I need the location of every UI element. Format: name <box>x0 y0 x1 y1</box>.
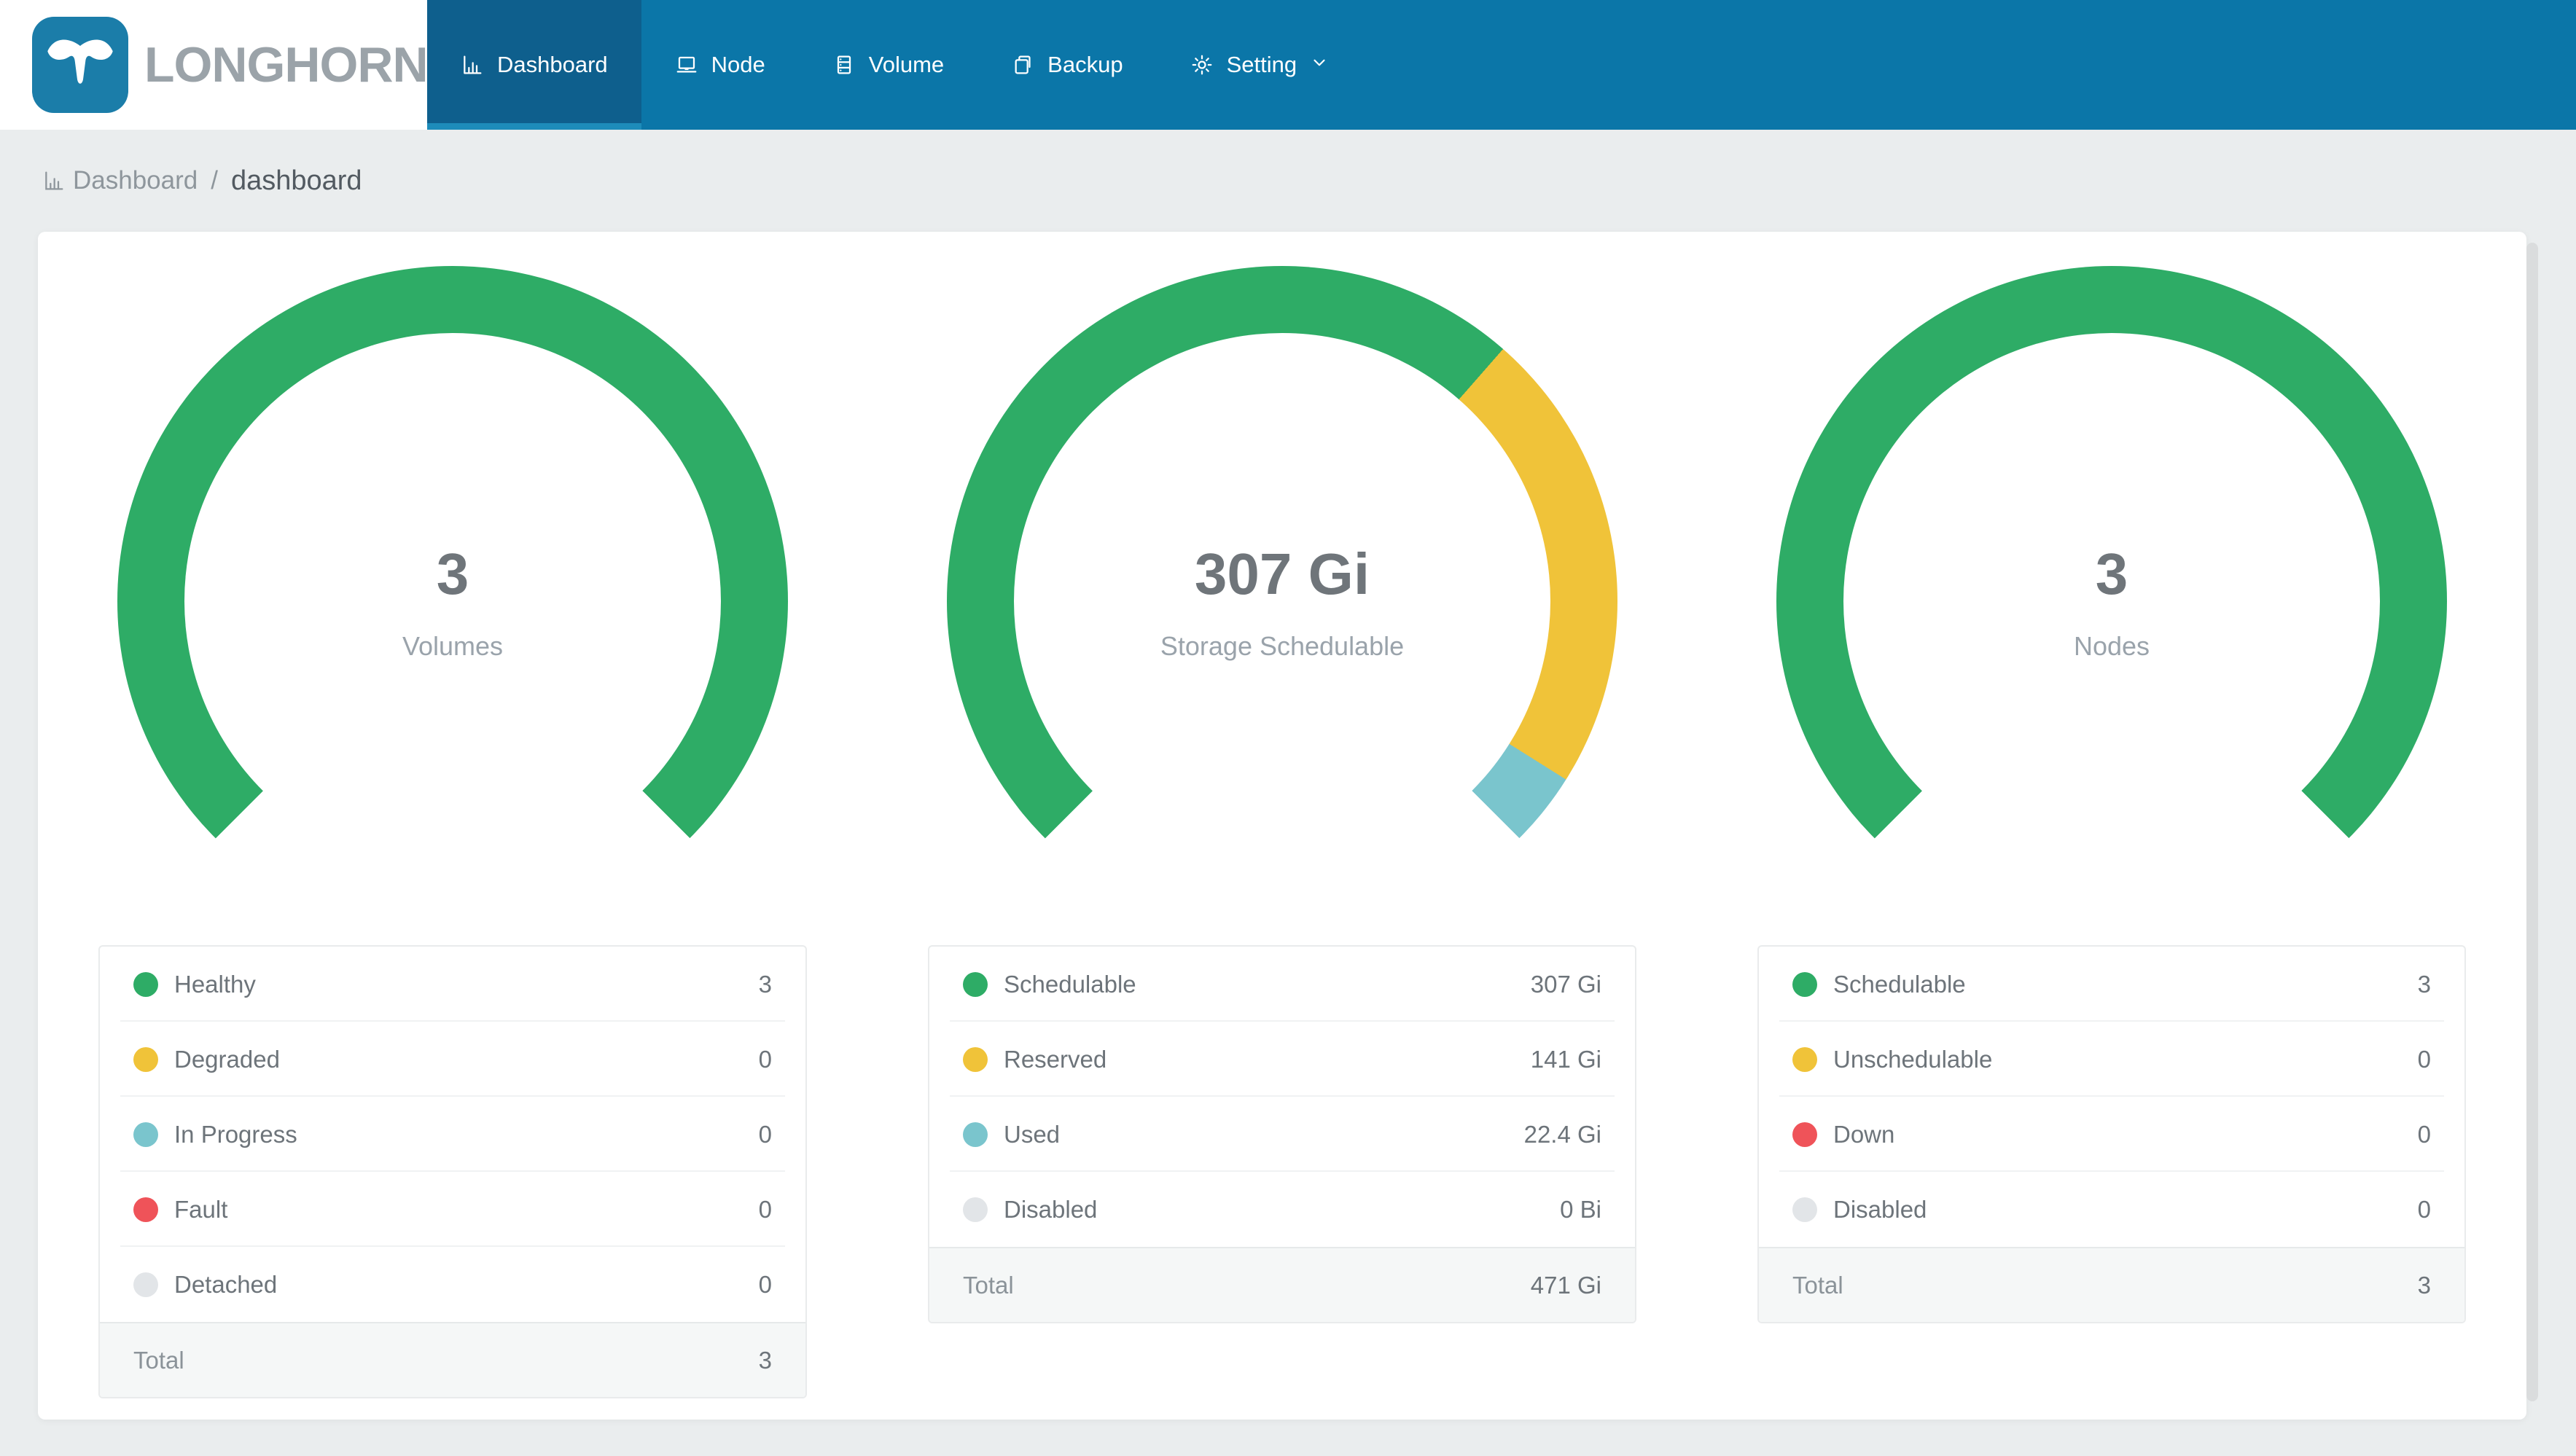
database-icon <box>837 55 851 74</box>
breadcrumb-current: dashboard <box>230 165 362 196</box>
disabled-dot-icon <box>1792 1197 1817 1222</box>
breadcrumb-root[interactable]: Dashboard <box>73 166 198 195</box>
total-row: Total 471 Gi <box>929 1247 1635 1322</box>
nav-item-label: Setting <box>1226 52 1297 77</box>
nav-item-label: Volume <box>868 52 945 77</box>
table-row: Fault 0 <box>100 1172 805 1247</box>
table-row: Detached 0 <box>100 1247 805 1322</box>
fault-dot-icon <box>133 1197 158 1222</box>
nodes-gauge: 3 Nodes <box>1776 266 2447 936</box>
table-row: Schedulable 307 Gi <box>929 947 1635 1022</box>
nav-item-volume[interactable]: Volume <box>799 0 977 130</box>
volumes-gauge: 3 Volumes <box>117 266 788 936</box>
gear-icon <box>1192 55 1211 75</box>
table-row: Reserved 141 Gi <box>929 1022 1635 1097</box>
reserved-dot-icon <box>963 1046 988 1072</box>
bar-chart-icon <box>464 55 482 74</box>
nav-items: Dashboard Node Volume Backup Setting <box>427 0 1362 130</box>
dashboard-card: 3 Volumes Healthy 3 Degraded 0 In Progre <box>38 232 2526 1420</box>
table-row: Unschedulable 0 <box>1759 1022 2464 1097</box>
logo[interactable]: LONGHORN <box>0 0 429 130</box>
nodes-panel: 3 Nodes Schedulable 3 Unschedulable 0 Do <box>1697 232 2526 1420</box>
volumes-legend-table: Healthy 3 Degraded 0 In Progress 0 Fault… <box>98 945 807 1398</box>
bar-chart-icon <box>45 171 63 190</box>
copy-icon <box>1015 55 1031 74</box>
nav-item-node[interactable]: Node <box>641 0 799 130</box>
table-row: Down 0 <box>1759 1097 2464 1172</box>
volumes-count: 3 <box>436 541 469 606</box>
schedulable-dot-icon <box>1792 971 1817 997</box>
schedulable-dot-icon <box>963 971 988 997</box>
nav-item-setting[interactable]: Setting <box>1157 0 1363 130</box>
table-row: Healthy 3 <box>100 947 805 1022</box>
nav-item-label: Dashboard <box>497 52 608 77</box>
healthy-dot-icon <box>133 971 158 997</box>
down-dot-icon <box>1792 1122 1817 1147</box>
total-row: Total 3 <box>1759 1247 2464 1322</box>
breadcrumb: Dashboard / dashboard <box>0 130 2576 232</box>
degraded-dot-icon <box>133 1046 158 1072</box>
top-nav: LONGHORN Dashboard Node Volume Backup Se… <box>0 0 2576 130</box>
storage-panel: 307 Gi Storage Schedulable Schedulable 3… <box>867 232 1697 1420</box>
table-row: Schedulable 3 <box>1759 947 2464 1022</box>
laptop-icon <box>676 56 697 73</box>
nav-item-label: Backup <box>1047 52 1123 77</box>
storage-legend-table: Schedulable 307 Gi Reserved 141 Gi Used … <box>928 945 1636 1323</box>
scrollbar-thumb[interactable] <box>2526 243 2538 1401</box>
used-dot-icon <box>963 1122 988 1147</box>
detached-dot-icon <box>133 1272 158 1297</box>
disabled-dot-icon <box>963 1197 988 1222</box>
nodes-label: Nodes <box>2073 631 2150 661</box>
storage-schedulable-label: Storage Schedulable <box>1160 631 1405 661</box>
bull-icon <box>47 39 113 84</box>
table-row: Degraded 0 <box>100 1022 805 1097</box>
nav-item-label: Node <box>711 52 765 77</box>
nodes-legend-table: Schedulable 3 Unschedulable 0 Down 0 Dis… <box>1757 945 2466 1323</box>
volumes-label: Volumes <box>402 631 504 661</box>
storage-schedulable-value: 307 Gi <box>1194 541 1370 606</box>
in-progress-dot-icon <box>133 1122 158 1147</box>
unschedulable-dot-icon <box>1792 1046 1817 1072</box>
chevron-down-icon <box>1310 52 1329 78</box>
table-row: In Progress 0 <box>100 1097 805 1172</box>
storage-gauge: 307 Gi Storage Schedulable <box>947 266 1617 936</box>
breadcrumb-separator: / <box>211 166 218 195</box>
longhorn-logo-icon <box>32 17 128 113</box>
volumes-panel: 3 Volumes Healthy 3 Degraded 0 In Progre <box>38 232 867 1420</box>
total-row: Total 3 <box>100 1322 805 1397</box>
nodes-count: 3 <box>2095 541 2128 606</box>
table-row: Used 22.4 Gi <box>929 1097 1635 1172</box>
nav-item-dashboard[interactable]: Dashboard <box>427 0 641 130</box>
table-row: Disabled 0 Bi <box>929 1172 1635 1247</box>
brand-name: LONGHORN <box>144 37 429 93</box>
nav-item-backup[interactable]: Backup <box>977 0 1156 130</box>
table-row: Disabled 0 <box>1759 1172 2464 1247</box>
